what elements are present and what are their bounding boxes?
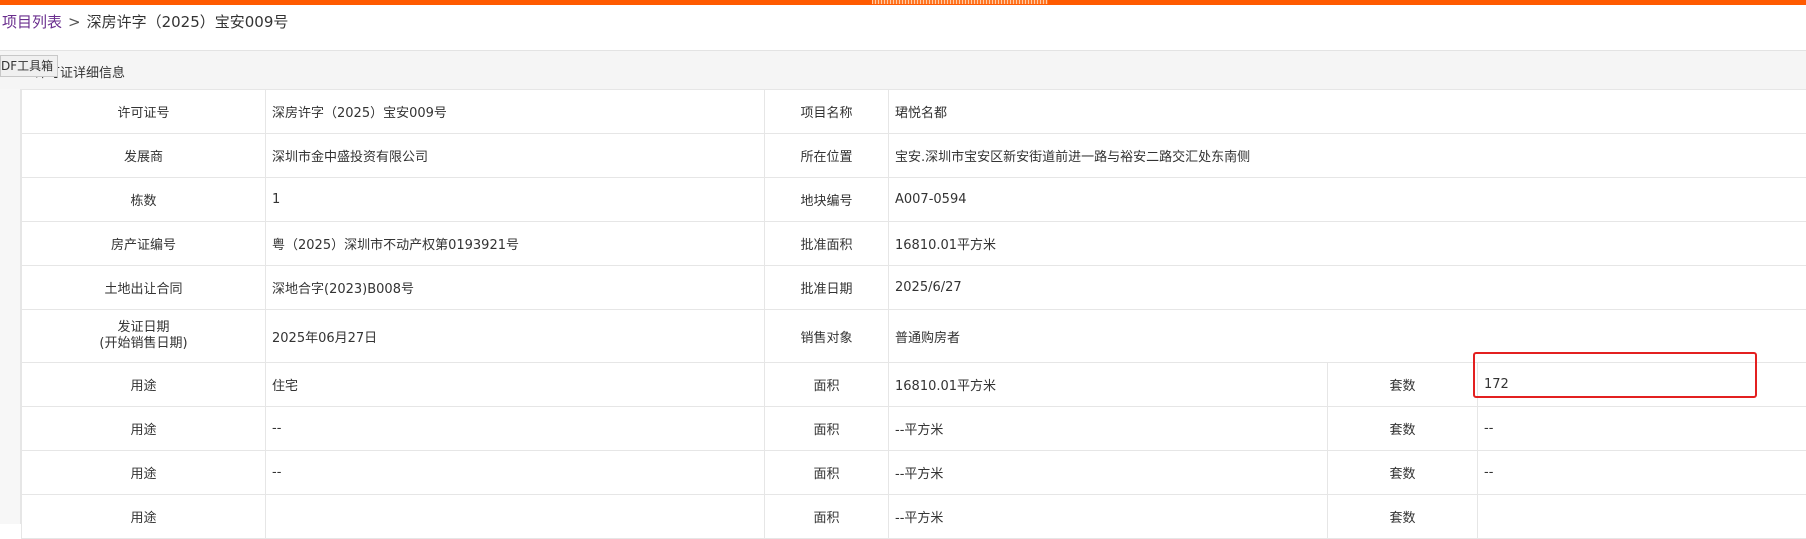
issue-date-label-line1: 发证日期 (28, 320, 259, 336)
breadcrumb: 项目列表>深房许字（2025）宝安009号 (2, 11, 288, 32)
buildings-label: 栋数 (22, 178, 266, 222)
sale-target-label: 销售对象 (765, 310, 889, 363)
units-value (1478, 495, 1806, 539)
use-value: -- (266, 407, 765, 451)
breadcrumb-separator: > (62, 13, 87, 31)
project-name-label: 项目名称 (765, 90, 889, 134)
developer-label: 发展商 (22, 134, 266, 178)
plot-no-value: A007-0594 (889, 178, 1806, 222)
breadcrumb-current: 深房许字（2025）宝安009号 (87, 13, 289, 31)
table-row: 栋数 1 地块编号 A007-0594 (22, 178, 1806, 222)
area-label: 面积 (765, 363, 889, 407)
area-label: 面积 (765, 451, 889, 495)
license-no-label: 许可证号 (22, 90, 266, 134)
location-label: 所在位置 (765, 134, 889, 178)
plot-no-label: 地块编号 (765, 178, 889, 222)
use-label: 用途 (22, 407, 266, 451)
approved-area-value: 16810.01平方米 (889, 222, 1806, 266)
units-value: -- (1478, 451, 1806, 495)
panel-header: 许可证详细信息 (0, 50, 1806, 90)
approved-date-value: 2025/6/27 (889, 266, 1806, 310)
area-value: --平方米 (889, 495, 1328, 539)
license-no-value: 深房许字（2025）宝安009号 (266, 90, 765, 134)
developer-value: 深圳市金中盛投资有限公司 (266, 134, 765, 178)
units-label: 套数 (1328, 451, 1478, 495)
table-row: 发证日期(开始销售日期) 2025年06月27日 销售对象 普通购房者 (22, 310, 1806, 363)
license-detail-table: 许可证号 深房许字（2025）宝安009号 项目名称 珺悦名都 发展商 深圳市金… (21, 89, 1806, 539)
units-value: 172 (1478, 363, 1806, 407)
units-label: 套数 (1328, 495, 1478, 539)
units-label: 套数 (1328, 363, 1478, 407)
use-label: 用途 (22, 363, 266, 407)
use-value: -- (266, 451, 765, 495)
project-name-value: 珺悦名都 (889, 90, 1806, 134)
table-row: 许可证号 深房许字（2025）宝安009号 项目名称 珺悦名都 (22, 90, 1806, 134)
drag-handle[interactable] (872, 0, 1048, 4)
table-row: 土地出让合同 深地合字(2023)B008号 批准日期 2025/6/27 (22, 266, 1806, 310)
area-value: --平方米 (889, 407, 1328, 451)
usage-row: 用途 住宅 面积 16810.01平方米 套数 172 (22, 363, 1806, 407)
sale-target-value: 普通购房者 (889, 310, 1806, 363)
issue-date-label-line2: (开始销售日期) (28, 336, 259, 352)
area-label: 面积 (765, 495, 889, 539)
top-accent-bar (0, 0, 1806, 5)
issue-date-label: 发证日期(开始销售日期) (22, 310, 266, 363)
usage-row: 用途 -- 面积 --平方米 套数 -- (22, 451, 1806, 495)
buildings-value: 1 (266, 178, 765, 222)
area-value: --平方米 (889, 451, 1328, 495)
use-value (266, 495, 765, 539)
property-cert-label: 房产证编号 (22, 222, 266, 266)
left-gutter (0, 89, 21, 524)
issue-date-value: 2025年06月27日 (266, 310, 765, 363)
pdf-toolbox-button[interactable]: DF工具箱 (0, 55, 58, 77)
table-row: 发展商 深圳市金中盛投资有限公司 所在位置 宝安.深圳市宝安区新安街道前进一路与… (22, 134, 1806, 178)
area-value: 16810.01平方米 (889, 363, 1328, 407)
area-label: 面积 (765, 407, 889, 451)
land-contract-value: 深地合字(2023)B008号 (266, 266, 765, 310)
approved-area-label: 批准面积 (765, 222, 889, 266)
land-contract-label: 土地出让合同 (22, 266, 266, 310)
usage-row: 用途 面积 --平方米 套数 (22, 495, 1806, 539)
breadcrumb-project-list-link[interactable]: 项目列表 (2, 13, 62, 31)
location-value: 宝安.深圳市宝安区新安街道前进一路与裕安二路交汇处东南侧 (889, 134, 1806, 178)
units-value: -- (1478, 407, 1806, 451)
property-cert-value: 粤（2025）深圳市不动产权第0193921号 (266, 222, 765, 266)
use-label: 用途 (22, 451, 266, 495)
usage-row: 用途 -- 面积 --平方米 套数 -- (22, 407, 1806, 451)
units-label: 套数 (1328, 407, 1478, 451)
use-value: 住宅 (266, 363, 765, 407)
table-row: 房产证编号 粤（2025）深圳市不动产权第0193921号 批准面积 16810… (22, 222, 1806, 266)
use-label: 用途 (22, 495, 266, 539)
approved-date-label: 批准日期 (765, 266, 889, 310)
